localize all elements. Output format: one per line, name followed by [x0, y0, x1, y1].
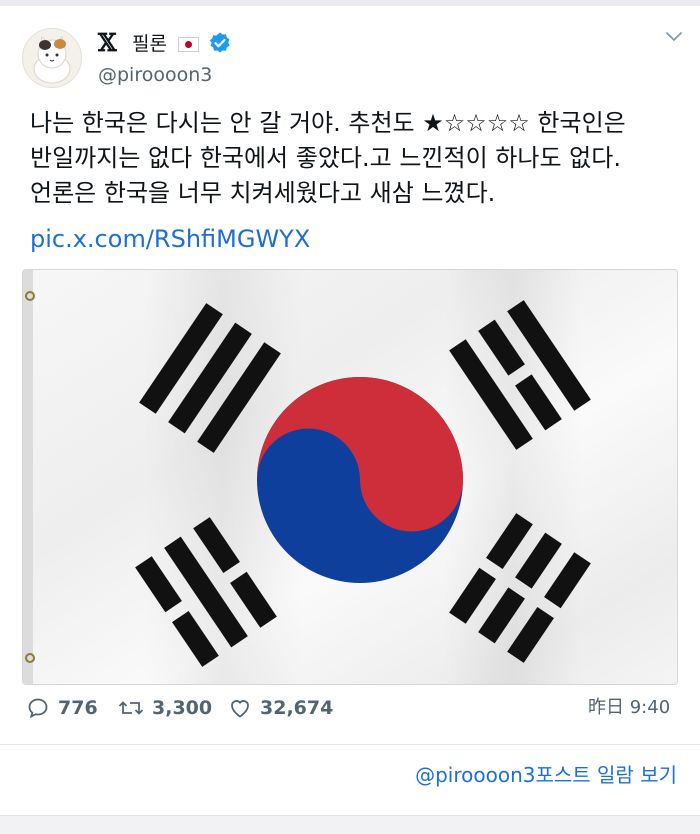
reply-count: 776 — [58, 697, 98, 719]
verified-badge-icon — [208, 31, 232, 59]
bottom-bar — [0, 815, 700, 834]
tweet-text-line: 나는 한국은 다시는 안 갈 거야. 추천도 ★☆☆☆☆ 한국인은 — [30, 109, 626, 137]
engagement-bar: 776 3,300 32,674 昨日 9:40 — [0, 690, 700, 726]
heart-icon — [231, 700, 249, 718]
tweet-media-image[interactable] — [22, 269, 678, 685]
timestamp[interactable]: 昨日 9:40 — [588, 690, 670, 726]
tweet-text-line: 언론은 한국을 너무 치켜세웠다고 새삼 느꼈다. — [30, 179, 496, 207]
japan-flag-icon — [178, 37, 199, 52]
tweet-text-line: 반일까지는 없다 한국에서 좋았다.고 느낀적이 하나도 없다. — [30, 144, 621, 172]
reply-button[interactable]: 776 — [26, 690, 98, 726]
cat-avatar-icon — [23, 29, 81, 87]
media-link[interactable]: pic.x.com/RShfiMGWYX — [30, 223, 310, 255]
repost-count: 3,300 — [152, 697, 213, 719]
reply-icon — [28, 698, 48, 719]
tweet-card: 𝕏 필론 @piroooon3 나는 한국은 다시는 안 갈 거야. 추천도 ★… — [0, 0, 700, 834]
author-handle[interactable]: @piroooon3 — [98, 63, 212, 87]
like-button[interactable]: 32,674 — [228, 690, 333, 726]
like-count: 32,674 — [260, 697, 334, 719]
display-name[interactable]: 필론 — [132, 32, 167, 56]
repost-icon — [118, 701, 144, 715]
top-separator — [0, 0, 700, 6]
avatar[interactable] — [22, 28, 82, 88]
x-logo-icon: 𝕏 — [98, 28, 117, 57]
south-korea-flag-image — [23, 270, 677, 684]
divider — [0, 744, 700, 745]
chevron-down-icon[interactable] — [664, 26, 684, 50]
repost-button[interactable]: 3,300 — [118, 690, 212, 726]
view-posts-link[interactable]: @piroooon3포스트 일람 보기 — [415, 760, 677, 790]
tweet-text: 나는 한국은 다시는 안 갈 거야. 추천도 ★☆☆☆☆ 한국인은 반일까지는 … — [30, 106, 680, 211]
